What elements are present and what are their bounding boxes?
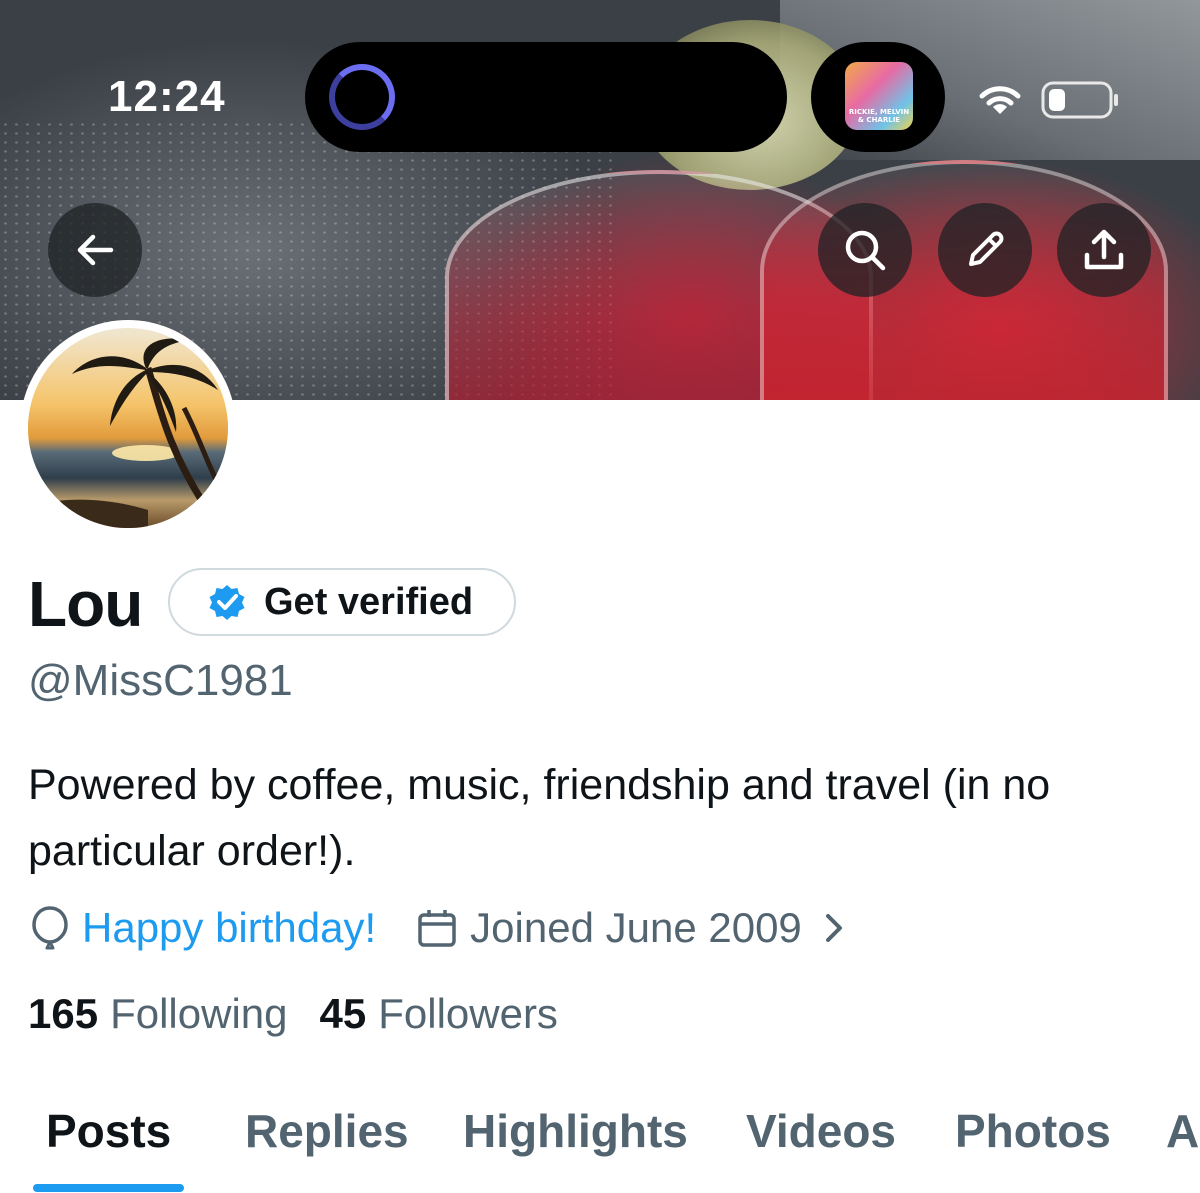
tab-articles[interactable]: A bbox=[1166, 1104, 1199, 1158]
search-icon bbox=[845, 230, 886, 271]
followers-link[interactable]: 45 Followers bbox=[320, 990, 558, 1038]
following-link[interactable]: 165 Following bbox=[28, 990, 288, 1038]
get-verified-label: Get verified bbox=[264, 580, 474, 623]
verified-badge-icon bbox=[209, 585, 245, 620]
dynamic-island[interactable] bbox=[305, 42, 787, 152]
avatar-image bbox=[28, 328, 228, 528]
podcast-artwork: RICKIE, MELVIN & CHARLIE bbox=[845, 62, 913, 130]
profile-tabs: Posts Replies Highlights Videos Photos A bbox=[0, 1098, 1200, 1193]
following-label: Following bbox=[110, 990, 288, 1037]
calendar-icon bbox=[418, 910, 456, 947]
back-button[interactable] bbox=[48, 203, 142, 297]
followers-count: 45 bbox=[319, 990, 367, 1037]
tab-posts[interactable]: Posts bbox=[46, 1104, 171, 1158]
chevron-right-icon[interactable] bbox=[816, 908, 852, 948]
search-button[interactable] bbox=[818, 203, 912, 297]
active-tab-indicator bbox=[33, 1184, 184, 1192]
birthday-link[interactable]: Happy birthday! bbox=[82, 904, 376, 952]
pencil-icon bbox=[969, 231, 1004, 266]
palm-tree-image bbox=[28, 338, 228, 528]
profile-meta: Happy birthday! Joined June 2009 bbox=[30, 900, 852, 956]
loading-spinner-icon bbox=[329, 64, 395, 130]
following-count: 165 bbox=[28, 990, 99, 1037]
now-playing-island[interactable]: RICKIE, MELVIN & CHARLIE bbox=[811, 42, 945, 152]
followers-label: Followers bbox=[378, 990, 558, 1037]
tab-replies[interactable]: Replies bbox=[245, 1104, 409, 1158]
battery-icon bbox=[1041, 81, 1118, 119]
tab-highlights[interactable]: Highlights bbox=[463, 1104, 688, 1158]
wifi-icon bbox=[979, 86, 1021, 114]
back-arrow-icon bbox=[77, 234, 114, 266]
profile-name: Lou bbox=[28, 568, 143, 640]
get-verified-button[interactable]: Get verified bbox=[168, 568, 516, 636]
joined-date[interactable]: Joined June 2009 bbox=[470, 904, 802, 952]
share-icon bbox=[1084, 229, 1124, 270]
podcast-art-text: RICKIE, MELVIN & CHARLIE bbox=[848, 108, 910, 124]
profile-handle: @MissC1981 bbox=[28, 656, 293, 705]
tab-videos[interactable]: Videos bbox=[746, 1104, 896, 1158]
avatar[interactable] bbox=[20, 320, 236, 536]
follow-stats: 165 Following 45 Followers bbox=[28, 990, 590, 1038]
share-button[interactable] bbox=[1057, 203, 1151, 297]
tab-photos[interactable]: Photos bbox=[955, 1104, 1111, 1158]
status-time: 12:24 bbox=[108, 72, 226, 121]
edit-button[interactable] bbox=[938, 203, 1032, 297]
profile-bio: Powered by coffee, music, friendship and… bbox=[28, 761, 1051, 875]
balloon-icon bbox=[32, 906, 68, 950]
